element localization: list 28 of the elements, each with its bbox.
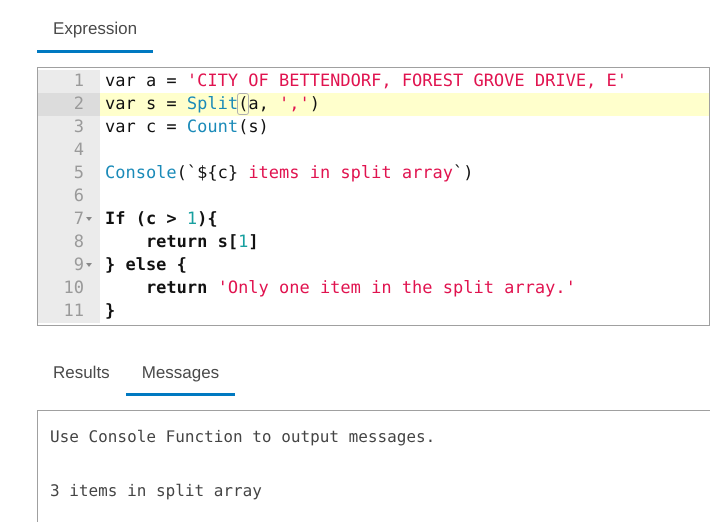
line-number: 7 [74,208,84,230]
tab[interactable]: Messages [126,356,236,396]
code-line: Console(`${c} items in split array`) [105,162,474,182]
line-number: 10 [64,276,84,300]
code-line: var c = Count(s) [105,116,269,136]
code-line: var s = Split(a, ',') [105,94,320,114]
tab[interactable]: Results [37,356,126,396]
line-number: 11 [64,300,84,322]
code-line: } [105,300,116,320]
line-number: 2 [74,92,84,116]
fold-caret-icon[interactable] [86,217,92,221]
code-line: return 'Only one item in the split array.' [144,278,576,298]
code-line: return s[1] [144,232,259,252]
fold-caret-icon[interactable] [86,263,92,267]
line-number: 6 [74,184,84,208]
line-number: 1 [74,70,84,92]
line-number: 8 [74,230,84,254]
code-line: If (c > 1){ [105,208,218,228]
code-line: } else { [105,254,187,274]
line-number: 5 [74,162,84,184]
code-line: var a = 'CITY OF BETTENDORF, FOREST GROVE DRIVE, E' [105,70,627,90]
line-number: 3 [74,116,84,138]
line-number: 9 [74,254,84,276]
message-text: 3 items in split array [50,480,263,502]
line-number: 4 [74,138,84,162]
code-editor[interactable] [37,66,710,326]
message-text: Use Console Function to output messages. [50,426,436,448]
tab[interactable]: Expression [37,12,154,52]
